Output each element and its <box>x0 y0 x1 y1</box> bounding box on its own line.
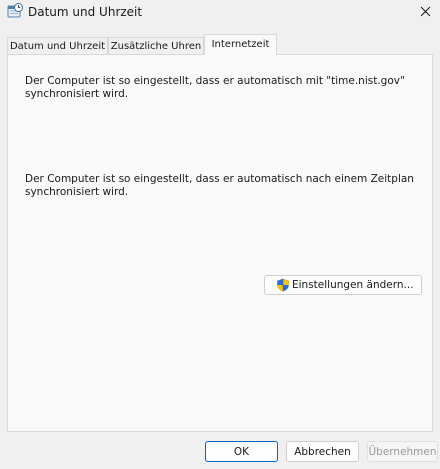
change-settings-label: Einstellungen ändern... <box>292 279 414 291</box>
title-bar[interactable]: Datum und Uhrzeit <box>0 0 440 26</box>
uac-shield-icon <box>276 278 290 292</box>
change-settings-button[interactable]: Einstellungen ändern... <box>264 275 422 295</box>
window-title: Datum und Uhrzeit <box>28 5 143 19</box>
sync-status-text: Der Computer ist so eingestellt, dass er… <box>25 75 425 101</box>
schedule-status-line-2: synchronisiert wird. <box>25 186 129 198</box>
schedule-status-line-1: Der Computer ist so eingestellt, dass er… <box>25 173 414 185</box>
apply-button[interactable]: Übernehmen <box>367 441 438 462</box>
close-icon <box>420 2 431 21</box>
date-time-dialog: Datum und Uhrzeit Datum und Uhrzeit Zusä… <box>0 0 440 469</box>
sync-status-line-1: Der Computer ist so eingestellt, dass er… <box>25 75 405 87</box>
close-button[interactable] <box>410 0 440 22</box>
schedule-status-text: Der Computer ist so eingestellt, dass er… <box>25 173 425 199</box>
sync-status-line-2: synchronisiert wird. <box>25 88 129 100</box>
tab-internet-time[interactable]: Internetzeit <box>204 34 277 55</box>
tab-additional-clocks[interactable]: Zusätzliche Uhren <box>108 37 204 54</box>
cancel-button[interactable]: Abbrechen <box>286 441 359 462</box>
tab-date-time[interactable]: Datum und Uhrzeit <box>7 37 108 54</box>
internet-time-panel: Der Computer ist so eingestellt, dass er… <box>7 54 433 432</box>
clock-calendar-icon <box>7 3 23 19</box>
ok-button[interactable]: OK <box>205 441 278 462</box>
